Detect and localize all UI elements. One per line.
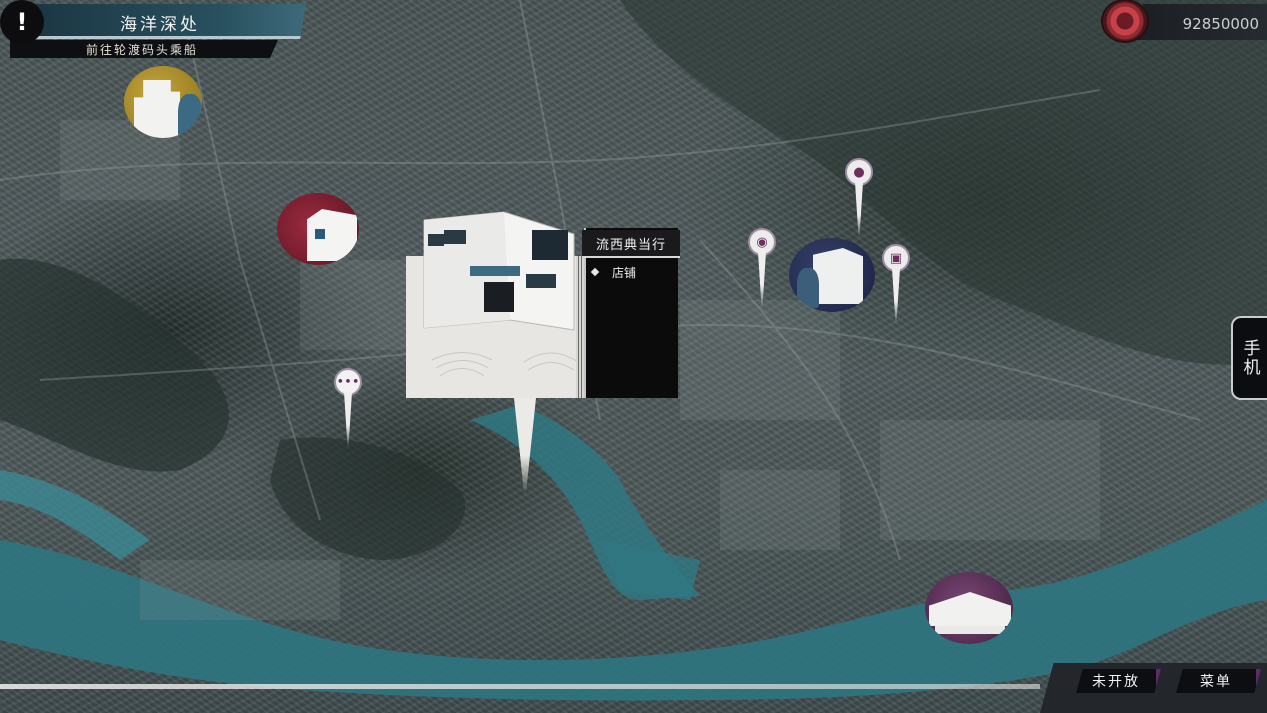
bottom-divider-line [0,684,1040,689]
map-pin-chat[interactable]: ••• [334,368,362,448]
map-pin-camera[interactable]: ● [845,158,873,238]
quest-subtitle: 前往轮渡码头乘船 [86,43,199,57]
location-marker-clinic[interactable] [277,193,359,265]
camera-icon: ● [845,158,873,186]
currency-display: 92850000 [1095,0,1267,44]
bridge-icon [935,626,1005,634]
phone-tab-label: 手机 [1239,339,1260,377]
map-pin-cctv[interactable]: ▣ [882,244,910,324]
cctv-camera-icon: ▣ [882,244,910,272]
cross-sign-icon [315,229,325,239]
pawnshop-building-illustration [423,211,579,377]
quest-banner[interactable]: 海洋深处 前往轮渡码头乘船 ! [0,0,310,60]
popup-pointer [514,398,536,494]
diamond-bullet-icon [590,267,600,277]
coin-icon [1103,1,1147,41]
location-option-shop[interactable]: 店铺 [588,262,674,282]
location-marker-apartment[interactable] [124,66,202,138]
map-pin-dog[interactable]: ◉ [748,228,776,308]
building-icon [813,248,863,304]
ferry-terminal-icon [929,592,1011,626]
quest-title-bar: 海洋深处 [14,4,306,39]
currency-bar: 92850000 [1135,4,1267,40]
location-marker-house[interactable] [789,238,875,312]
pin-tail [344,392,352,448]
exclamation-icon[interactable]: ! [0,0,44,44]
building-icon [134,80,180,138]
quest-title: 海洋深处 [120,15,200,35]
pin-tail [892,268,900,324]
chat-bubble-icon: ••• [334,368,362,396]
menu-button[interactable]: 菜单 [1176,669,1261,693]
selected-location-popup[interactable]: 流西典当行 店铺 [406,200,680,496]
not-open-button[interactable]: 未开放 [1076,669,1161,693]
location-option-label: 店铺 [612,265,637,280]
location-marker-ferry-terminal[interactable] [925,572,1013,644]
location-name: 流西典当行 [582,230,680,258]
tree-icon [797,268,819,308]
pin-tail [758,252,766,308]
currency-amount: 92850000 [1182,15,1259,33]
tree-icon [178,94,202,138]
quest-subtitle-bar: 前往轮渡码头乘船 [10,40,278,58]
pin-tail [855,182,863,238]
phone-tab[interactable]: 手机 [1231,316,1267,400]
dog-icon: ◉ [748,228,776,256]
